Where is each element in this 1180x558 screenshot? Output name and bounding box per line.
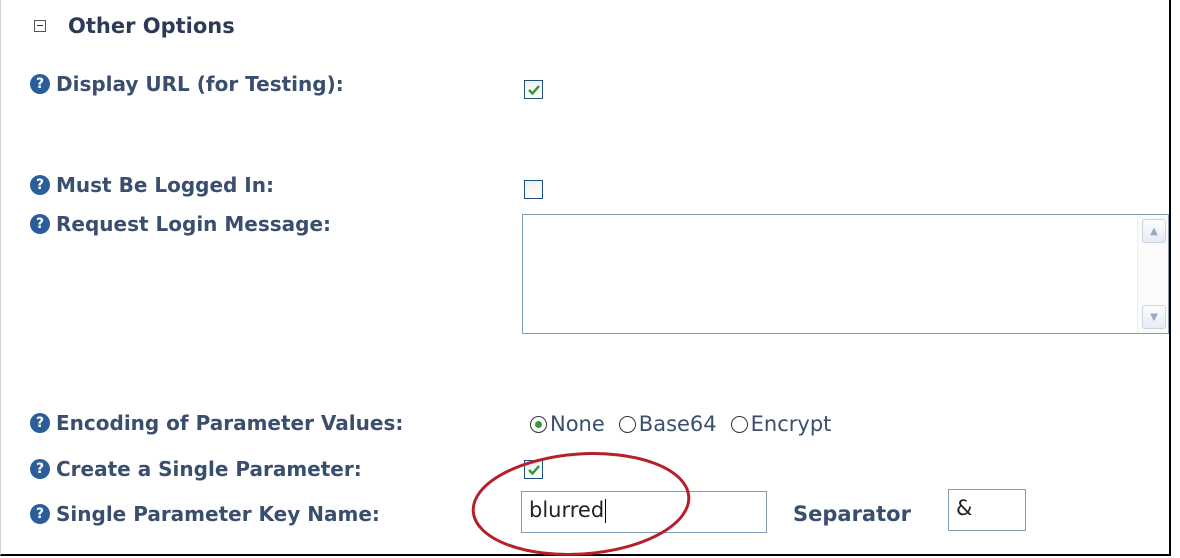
section-title: Other Options [68,14,235,38]
arrow-up-icon[interactable]: ▲ [1142,219,1166,243]
encoding-radio-group: None Base64 Encrypt [530,412,845,436]
text-cursor [605,499,607,523]
separator-label: Separator [793,502,911,526]
collapse-icon[interactable] [34,20,46,32]
encoding-option-encrypt[interactable]: Encrypt [730,412,831,436]
textarea-scrollbar[interactable]: ▲ ▼ [1137,215,1168,333]
create-single-parameter-label: ? Create a Single Parameter: [30,457,362,481]
help-icon[interactable]: ? [30,74,50,94]
section-header[interactable]: Other Options [34,14,235,38]
radio-button[interactable] [618,415,636,433]
encoding-option-none[interactable]: None [530,412,605,436]
create-single-parameter-checkbox[interactable] [524,460,543,479]
display-url-checkbox[interactable] [524,80,543,99]
must-be-logged-in-checkbox[interactable] [524,180,543,199]
check-mark-icon [527,84,540,95]
help-icon[interactable]: ? [30,175,50,195]
must-be-logged-in-label: ? Must Be Logged In: [30,173,274,197]
request-login-message-textarea[interactable]: ▲ ▼ [522,214,1169,334]
check-mark-icon [527,464,540,475]
help-icon[interactable]: ? [30,214,50,234]
display-url-label: ? Display URL (for Testing): [30,72,344,96]
single-parameter-key-name-label: ? Single Parameter Key Name: [30,502,380,526]
help-icon[interactable]: ? [30,459,50,479]
single-parameter-key-name-input[interactable]: blurred [521,491,767,533]
encoding-label: ? Encoding of Parameter Values: [30,411,403,435]
encoding-option-base64[interactable]: Base64 [618,412,717,436]
help-icon[interactable]: ? [30,413,50,433]
help-icon[interactable]: ? [30,504,50,524]
request-login-message-label: ? Request Login Message: [30,212,331,236]
separator-input[interactable]: & [948,489,1026,531]
radio-button[interactable] [530,415,547,433]
arrow-down-icon[interactable]: ▼ [1142,305,1166,329]
radio-button[interactable] [730,415,748,433]
